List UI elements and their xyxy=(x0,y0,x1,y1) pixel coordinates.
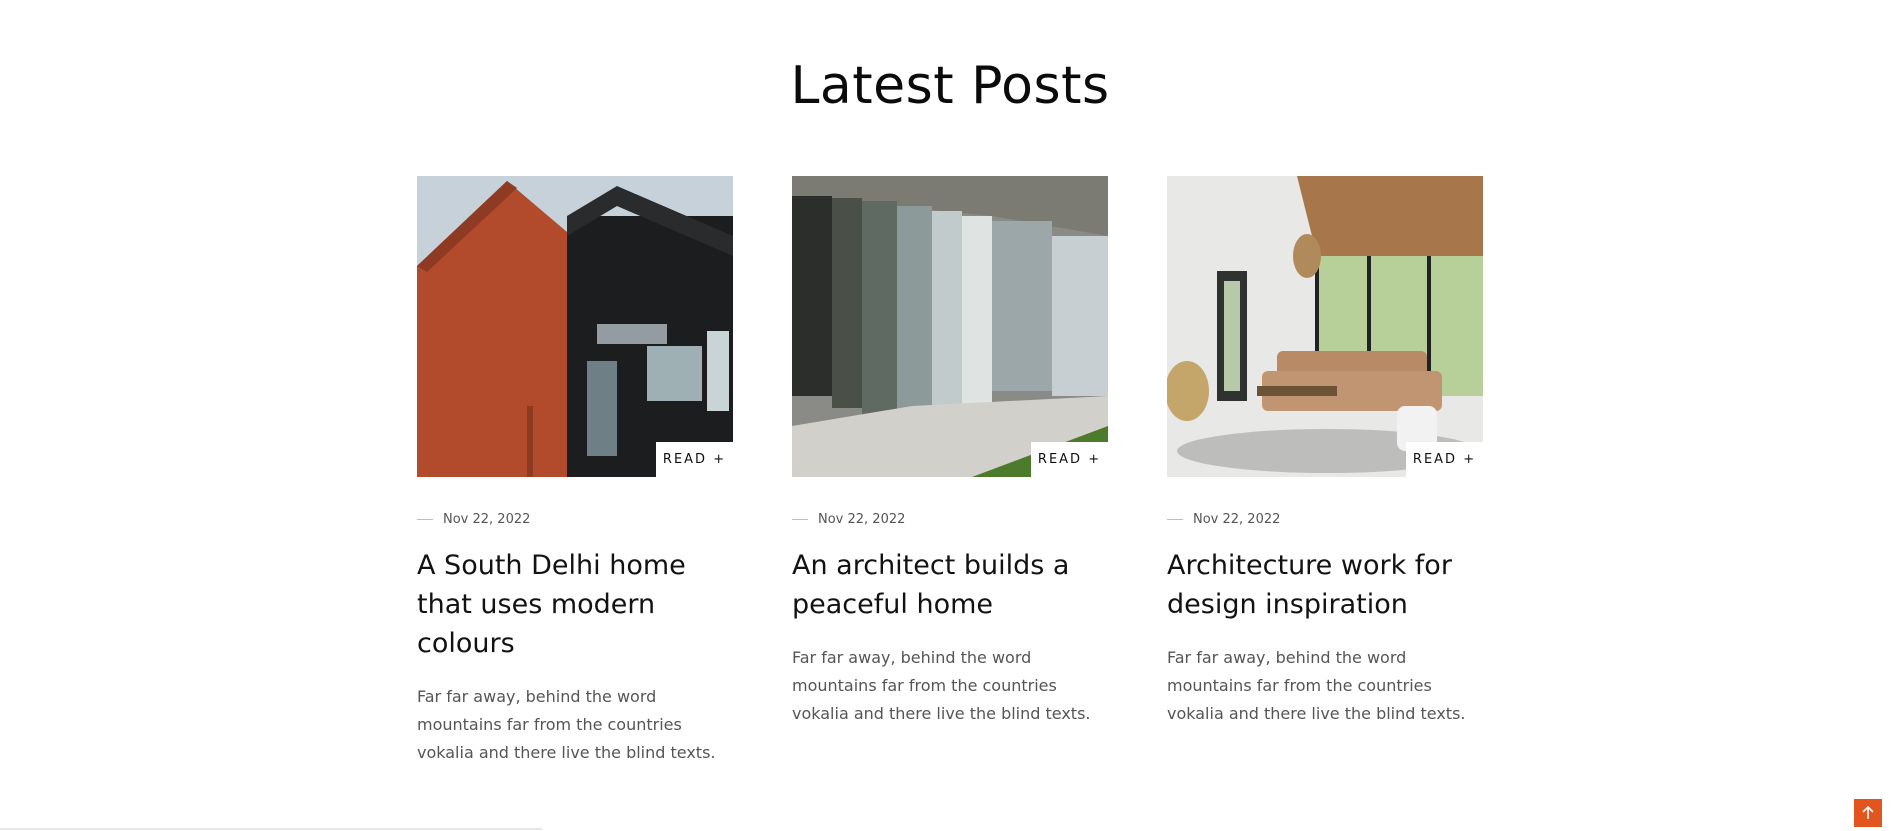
latest-posts-page: Latest Posts READ + Nov 22, 2022 A South… xyxy=(0,0,1900,831)
post-title[interactable]: Architecture work for design inspiration xyxy=(1167,546,1483,624)
read-more-button[interactable]: READ + xyxy=(1031,442,1108,477)
post-meta: Nov 22, 2022 xyxy=(417,510,733,528)
post-image-link[interactable]: READ + xyxy=(792,176,1108,477)
section-title: Latest Posts xyxy=(790,56,1110,116)
post-date: Nov 22, 2022 xyxy=(443,511,531,527)
post-card: READ + Nov 22, 2022 A South Delhi home t… xyxy=(417,176,733,767)
read-more-button[interactable]: READ + xyxy=(656,442,733,477)
post-thumbnail-living-room xyxy=(1167,176,1483,477)
meta-divider xyxy=(792,518,808,520)
post-excerpt: Far far away, behind the word mountains … xyxy=(792,648,1091,723)
post-excerpt: Far far away, behind the word mountains … xyxy=(417,687,716,762)
post-excerpt: Far far away, behind the word mountains … xyxy=(1167,648,1466,723)
scroll-progress-fill xyxy=(0,828,542,830)
meta-divider xyxy=(417,518,433,520)
post-title[interactable]: An architect builds a peaceful home xyxy=(792,546,1108,624)
post-date: Nov 22, 2022 xyxy=(1193,511,1281,527)
post-card: READ + Nov 22, 2022 Architecture work fo… xyxy=(1167,176,1483,767)
post-meta: Nov 22, 2022 xyxy=(1167,510,1483,528)
post-title[interactable]: A South Delhi home that uses modern colo… xyxy=(417,546,733,663)
posts-grid: READ + Nov 22, 2022 A South Delhi home t… xyxy=(417,176,1483,767)
post-meta: Nov 22, 2022 xyxy=(792,510,1108,528)
post-image-link[interactable]: READ + xyxy=(1167,176,1483,477)
post-card: READ + Nov 22, 2022 An architect builds … xyxy=(792,176,1108,767)
post-image-link[interactable]: READ + xyxy=(417,176,733,477)
read-more-button[interactable]: READ + xyxy=(1406,442,1483,477)
arrow-up-icon xyxy=(1862,806,1874,819)
back-to-top-button[interactable] xyxy=(1854,799,1882,827)
post-thumbnail-glass-architecture xyxy=(792,176,1108,477)
post-date: Nov 22, 2022 xyxy=(818,511,906,527)
post-thumbnail-brick-house xyxy=(417,176,733,477)
meta-divider xyxy=(1167,518,1183,520)
